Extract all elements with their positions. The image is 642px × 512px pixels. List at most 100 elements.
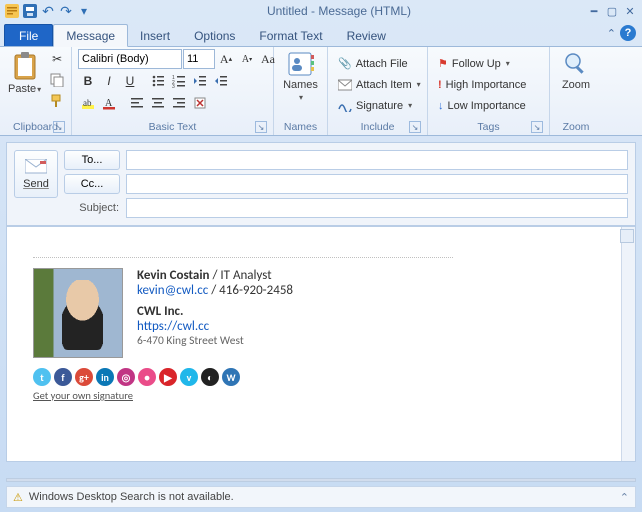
ribbon-collapse-icon[interactable]: ⌃ xyxy=(607,27,616,40)
selection-pane-icon[interactable] xyxy=(620,229,634,243)
social-twitter-icon[interactable]: t xyxy=(33,368,51,386)
clear-formatting-icon[interactable] xyxy=(190,93,210,113)
format-painter-icon[interactable] xyxy=(47,91,67,111)
close-button[interactable]: ✕ xyxy=(622,4,638,18)
app-icon xyxy=(4,3,20,19)
numbering-icon[interactable]: 123 xyxy=(169,71,189,91)
attach-item-button[interactable]: Attach Item▾ xyxy=(334,75,425,95)
font-color-icon[interactable]: A xyxy=(99,93,119,113)
bold-icon[interactable]: B xyxy=(78,71,98,91)
align-center-icon[interactable] xyxy=(148,93,168,113)
subject-field[interactable] xyxy=(126,198,628,218)
resize-divider[interactable] xyxy=(6,478,636,482)
signature-phone: 416-920-2458 xyxy=(219,283,293,298)
to-button[interactable]: To... xyxy=(64,150,120,170)
attach-file-button[interactable]: 📎Attach File xyxy=(334,54,425,74)
group-basic-text-label: Basic Text xyxy=(149,121,197,133)
group-clipboard-label: Clipboard xyxy=(13,121,58,133)
bullets-icon[interactable] xyxy=(148,71,168,91)
maximize-button[interactable]: ▢ xyxy=(604,4,620,18)
envelope-send-icon xyxy=(25,159,47,175)
undo-icon[interactable]: ↶ xyxy=(40,3,56,19)
subject-label: Subject: xyxy=(63,197,123,219)
svg-text:ab: ab xyxy=(83,98,92,108)
save-icon[interactable] xyxy=(22,3,38,19)
italic-icon[interactable]: I xyxy=(99,71,119,91)
send-button[interactable]: Send xyxy=(14,150,58,198)
paste-button[interactable]: Paste▾ xyxy=(6,49,43,97)
warning-icon: ⚠ xyxy=(13,491,23,504)
signature-email-link[interactable]: kevin@cwl.cc xyxy=(137,283,208,298)
social-dribbble-icon[interactable]: ● xyxy=(138,368,156,386)
social-youtube-icon[interactable]: ▶ xyxy=(159,368,177,386)
tab-review[interactable]: Review xyxy=(335,25,398,46)
get-your-own-signature-link[interactable]: Get your own signature xyxy=(33,389,133,402)
include-launcher[interactable]: ↘ xyxy=(409,121,421,133)
help-icon[interactable]: ? xyxy=(620,25,636,41)
social-wordpress-icon[interactable]: W xyxy=(222,368,240,386)
attach-item-icon xyxy=(338,79,352,91)
message-body-container: Kevin Costain / IT Analyst kevin@cwl.cc … xyxy=(6,226,636,462)
group-include: 📎Attach File Attach Item▾ Signature▾ Inc… xyxy=(328,47,428,135)
tab-insert[interactable]: Insert xyxy=(128,25,182,46)
group-clipboard: Paste▾ ✂ Clipboard↘ xyxy=(0,47,72,135)
low-importance-icon: ↓ xyxy=(438,100,444,112)
social-github-icon[interactable]: ◐ xyxy=(201,368,219,386)
signature-title: IT Analyst xyxy=(220,268,271,283)
follow-up-button[interactable]: ⚑Follow Up▾ xyxy=(434,54,530,74)
minimize-button[interactable]: ━ xyxy=(586,4,602,18)
highlight-icon[interactable]: ab xyxy=(78,93,98,113)
signature-url-link[interactable]: https://cwl.cc xyxy=(137,319,209,334)
message-header: Send To... Cc... Subject: xyxy=(6,142,636,226)
magnifier-icon xyxy=(563,51,589,77)
tab-format-text[interactable]: Format Text xyxy=(247,25,334,46)
underline-icon[interactable]: U xyxy=(120,71,140,91)
cut-icon[interactable]: ✂ xyxy=(47,49,67,69)
low-importance-button[interactable]: ↓Low Importance xyxy=(434,96,530,116)
ribbon: Paste▾ ✂ Clipboard↘ A▴ A▾ Aa B I U xyxy=(0,46,642,136)
tab-options[interactable]: Options xyxy=(182,25,247,46)
social-facebook-icon[interactable]: f xyxy=(54,368,72,386)
clipboard-launcher[interactable]: ↘ xyxy=(53,121,65,133)
social-google-plus-icon[interactable]: g+ xyxy=(75,368,93,386)
signature-social-row: tfg+in◎●▶v◐W xyxy=(33,368,603,386)
tags-launcher[interactable]: ↘ xyxy=(531,121,543,133)
grow-font-icon[interactable]: A▴ xyxy=(216,49,236,69)
group-names: Names▾ Names xyxy=(274,47,328,135)
svg-text:3: 3 xyxy=(172,84,175,88)
align-right-icon[interactable] xyxy=(169,93,189,113)
tab-message[interactable]: Message xyxy=(53,24,128,47)
names-button[interactable]: Names▾ xyxy=(281,49,321,105)
social-vimeo-icon[interactable]: v xyxy=(180,368,198,386)
decrease-indent-icon[interactable] xyxy=(190,71,210,91)
to-field[interactable] xyxy=(126,150,628,170)
align-left-icon[interactable] xyxy=(127,93,147,113)
group-basic-text: A▴ A▾ Aa B I U 123 ab A xyxy=(72,47,274,135)
social-instagram-icon[interactable]: ◎ xyxy=(117,368,135,386)
group-zoom: Zoom Zoom xyxy=(550,47,602,135)
status-bar: ⚠ Windows Desktop Search is not availabl… xyxy=(6,486,636,508)
group-zoom-label: Zoom xyxy=(563,121,590,133)
high-importance-button[interactable]: !High Importance xyxy=(434,75,530,95)
increase-indent-icon[interactable] xyxy=(211,71,231,91)
zoom-button[interactable]: Zoom xyxy=(556,49,596,93)
file-tab[interactable]: File xyxy=(4,24,53,46)
status-expand-icon[interactable]: ⌃ xyxy=(620,491,629,504)
body-scrollbar[interactable]: ▴ xyxy=(621,227,635,461)
shrink-font-icon[interactable]: A▾ xyxy=(237,49,257,69)
social-linkedin-icon[interactable]: in xyxy=(96,368,114,386)
signature-avatar xyxy=(33,268,123,358)
redo-icon[interactable]: ↷ xyxy=(58,3,74,19)
paste-label: Paste xyxy=(8,83,36,95)
font-size-select[interactable] xyxy=(183,49,215,69)
message-body[interactable]: Kevin Costain / IT Analyst kevin@cwl.cc … xyxy=(7,227,621,461)
signature-button[interactable]: Signature▾ xyxy=(334,96,425,116)
cc-field[interactable] xyxy=(126,174,628,194)
cc-button[interactable]: Cc... xyxy=(64,174,120,194)
font-family-select[interactable] xyxy=(78,49,182,69)
qat-more-icon[interactable]: ▾ xyxy=(76,3,92,19)
signature-company: CWL Inc. xyxy=(137,304,293,319)
basic-text-launcher[interactable]: ↘ xyxy=(255,121,267,133)
window-title: Untitled - Message (HTML) xyxy=(92,4,586,18)
copy-icon[interactable] xyxy=(47,70,67,90)
